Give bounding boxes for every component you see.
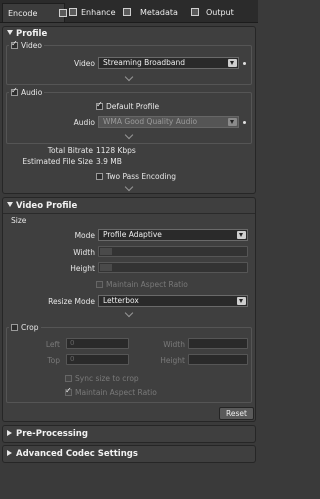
- crop-maintain-aspect-option[interactable]: Maintain Aspect Ratio: [65, 386, 157, 397]
- height-label: Height: [70, 264, 95, 273]
- tab-bar: Encode Enhance Metadata Output: [0, 0, 258, 23]
- chevron-down-icon: [228, 59, 237, 67]
- two-pass-label: Two Pass Encoding: [106, 172, 176, 181]
- tab-metadata-label: Metadata: [140, 8, 178, 17]
- maintain-aspect-checkbox[interactable]: [96, 281, 103, 288]
- tab-enhance-label: Enhance: [81, 8, 116, 17]
- crop-height-label: Height: [160, 356, 185, 365]
- audio-profile-select[interactable]: WMA Good Quality Audio: [98, 116, 239, 128]
- estimated-size-value: 3.9 MB: [96, 157, 122, 166]
- crop-width-label: Width: [163, 340, 185, 349]
- reset-button[interactable]: Reset: [219, 407, 254, 420]
- video-checkbox[interactable]: [11, 39, 18, 49]
- profile-header-label: Profile: [16, 29, 48, 39]
- width-slider-thumb[interactable]: [100, 248, 112, 255]
- video-expand-chevron-icon[interactable]: [125, 76, 134, 80]
- crop-left-input[interactable]: 0: [66, 338, 129, 349]
- audio-options-icon[interactable]: [243, 121, 246, 124]
- pre-processing-label: Pre-Processing: [16, 429, 88, 439]
- mode-label: Mode: [74, 231, 95, 240]
- tab-encode-label: Encode: [8, 9, 38, 18]
- audio-expand-chevron-icon[interactable]: [125, 134, 134, 138]
- resize-mode-value: Letterbox: [103, 296, 139, 305]
- default-profile-checkbox[interactable]: [96, 100, 103, 110]
- estimated-size-label: Estimated File Size: [22, 157, 93, 166]
- crop-group-label[interactable]: Crop: [9, 323, 41, 332]
- video-group-text: Video: [21, 41, 43, 50]
- audio-checkbox[interactable]: [11, 86, 18, 96]
- crop-left-label: Left: [45, 340, 60, 349]
- audio-group-label[interactable]: Audio: [9, 86, 45, 97]
- video-field-label: Video: [73, 59, 95, 68]
- tab-output-icon: [191, 8, 199, 16]
- collapse-triangle-icon: [7, 30, 13, 35]
- width-slider[interactable]: [98, 246, 248, 257]
- crop-top-value: 0: [70, 355, 75, 363]
- video-options-icon[interactable]: [243, 62, 246, 65]
- tab-enhance-icon: [69, 8, 77, 16]
- expand-triangle-icon: [7, 450, 12, 456]
- pre-processing-header[interactable]: Pre-Processing: [7, 429, 88, 439]
- divider: [3, 213, 255, 214]
- audio-group-text: Audio: [21, 88, 43, 97]
- crop-top-label: Top: [47, 356, 60, 365]
- chevron-down-icon: [237, 231, 246, 239]
- collapse-triangle-icon: [7, 202, 13, 207]
- video-profile-select[interactable]: Streaming Broadband: [98, 57, 239, 69]
- default-profile-label: Default Profile: [106, 102, 160, 111]
- tab-metadata[interactable]: Metadata: [122, 3, 186, 22]
- height-slider-thumb[interactable]: [100, 264, 112, 271]
- resize-mode-label: Resize Mode: [48, 297, 95, 306]
- tab-output[interactable]: Output: [190, 3, 256, 22]
- crop-height-input[interactable]: [188, 354, 248, 365]
- video-group-label[interactable]: Video: [9, 39, 45, 50]
- crop-top-input[interactable]: 0: [66, 354, 129, 365]
- video-profile-header[interactable]: Video Profile: [7, 201, 77, 211]
- maintain-aspect-option[interactable]: Maintain Aspect Ratio: [96, 280, 188, 289]
- expand-triangle-icon: [7, 430, 12, 436]
- chevron-down-icon: [237, 297, 246, 305]
- size-expand-chevron-icon[interactable]: [125, 312, 134, 316]
- advanced-codec-label: Advanced Codec Settings: [16, 449, 138, 459]
- sync-size-option[interactable]: Sync size to crop: [65, 374, 139, 383]
- width-label: Width: [73, 248, 95, 257]
- crop-maintain-aspect-checkbox[interactable]: [65, 386, 72, 396]
- sync-size-label: Sync size to crop: [75, 374, 139, 383]
- advanced-codec-header[interactable]: Advanced Codec Settings: [7, 449, 138, 459]
- two-pass-option[interactable]: Two Pass Encoding: [96, 172, 176, 181]
- audio-field-label: Audio: [73, 118, 95, 127]
- crop-maintain-aspect-label: Maintain Aspect Ratio: [75, 388, 157, 397]
- profile-header[interactable]: Profile: [7, 29, 47, 39]
- maintain-aspect-label: Maintain Aspect Ratio: [106, 280, 188, 289]
- tab-metadata-icon: [123, 8, 131, 16]
- tab-output-label: Output: [206, 8, 234, 17]
- tab-encode-icon: [59, 9, 67, 17]
- crop-left-value: 0: [70, 339, 75, 347]
- audio-profile-value: WMA Good Quality Audio: [103, 117, 198, 126]
- tab-encode[interactable]: Encode: [2, 3, 67, 22]
- mode-select[interactable]: Profile Adaptive: [98, 229, 248, 241]
- mode-value: Profile Adaptive: [103, 230, 162, 239]
- video-profile-value: Streaming Broadband: [103, 58, 185, 67]
- crop-checkbox[interactable]: [11, 324, 18, 331]
- default-profile-option[interactable]: Default Profile: [96, 100, 160, 111]
- sync-size-checkbox[interactable]: [65, 375, 72, 382]
- video-profile-header-label: Video Profile: [16, 201, 78, 211]
- total-bitrate-label: Total Bitrate: [47, 146, 93, 155]
- chevron-down-icon: [228, 118, 237, 126]
- crop-width-input[interactable]: [188, 338, 248, 349]
- height-slider[interactable]: [98, 262, 248, 273]
- tab-enhance[interactable]: Enhance: [68, 3, 128, 22]
- crop-label: Crop: [21, 323, 39, 332]
- two-pass-checkbox[interactable]: [96, 173, 103, 180]
- resize-mode-select[interactable]: Letterbox: [98, 295, 248, 307]
- size-section-label: Size: [11, 216, 27, 225]
- profile-expand-chevron-icon[interactable]: [125, 186, 134, 190]
- total-bitrate-value: 1128 Kbps: [96, 146, 136, 155]
